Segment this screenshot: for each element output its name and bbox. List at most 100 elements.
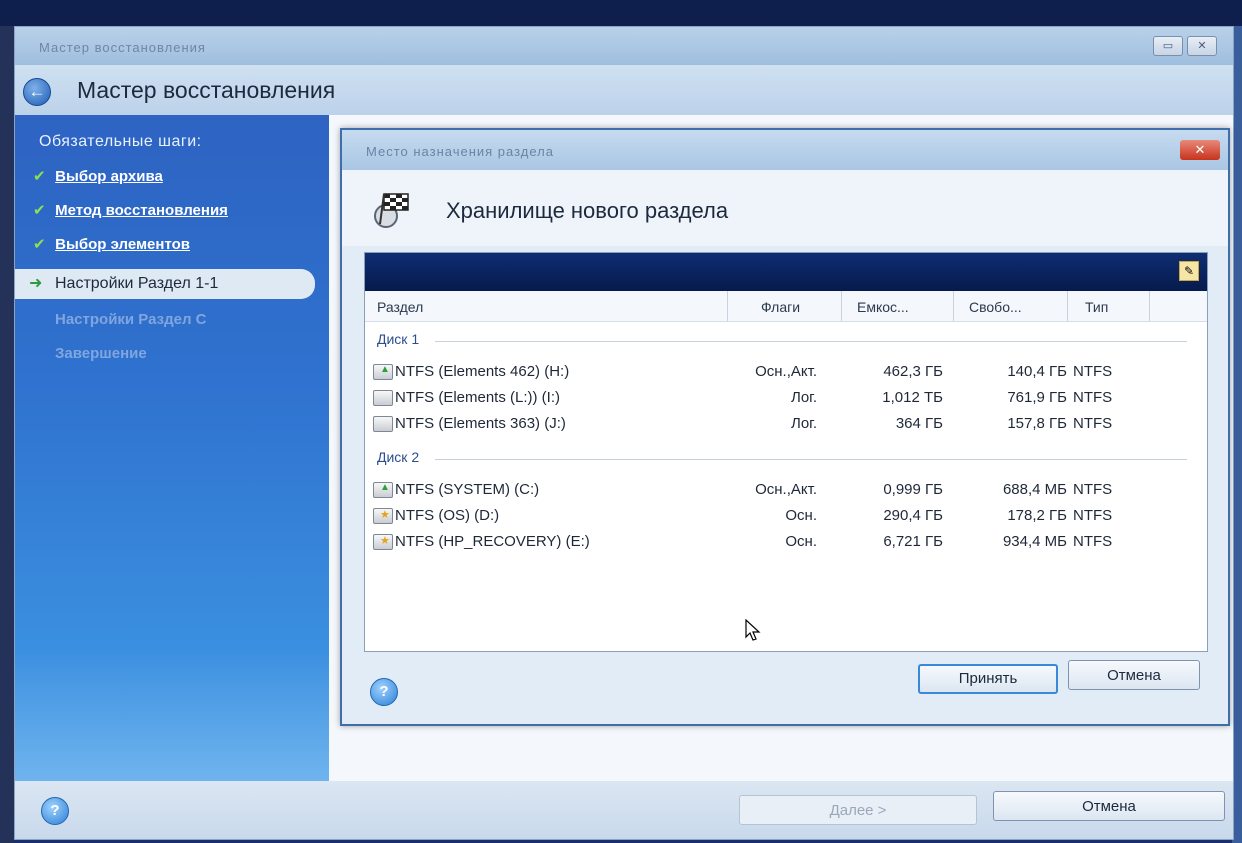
accept-button[interactable]: Принять xyxy=(918,664,1058,694)
partition-free: 934,4 МБ xyxy=(1002,533,1067,550)
minimize-icon[interactable]: ▭ xyxy=(1153,36,1183,56)
partition-list-header: Раздел Флаги Емкос... Свобо... Тип xyxy=(365,291,1207,322)
wizard-header: ← Мастер восстановления xyxy=(15,65,1233,115)
table-row[interactable]: NTFS (HP_RECOVERY) (E:) Осн. 6,721 ГБ 93… xyxy=(365,529,1207,555)
dialog-titlebar[interactable]: Место назначения раздела ✕ xyxy=(342,130,1228,170)
partition-name: NTFS (SYSTEM) (C:) xyxy=(395,481,540,498)
partition-capacity: 364 ГБ xyxy=(895,415,943,432)
checkmark-icon: ✔ xyxy=(33,236,46,253)
back-arrow-icon[interactable]: ← xyxy=(23,78,51,106)
partition-free: 178,2 ГБ xyxy=(1007,507,1067,524)
arrow-right-icon: ➜ xyxy=(29,275,43,292)
sidebar-step-label[interactable]: Выбор архива xyxy=(55,168,163,185)
checkmark-icon: ✔ xyxy=(33,202,46,219)
partition-list: ✎ Раздел Флаги Емкос... Свобо... Тип Дис… xyxy=(364,252,1208,652)
dialog-title: Место назначения раздела xyxy=(366,144,554,159)
disk-group-divider xyxy=(435,459,1187,460)
partition-name: NTFS (OS) (D:) xyxy=(395,507,500,524)
partition-type: NTFS xyxy=(1073,507,1113,524)
column-separator[interactable] xyxy=(1067,291,1068,321)
sidebar-step-items[interactable]: ✔ Выбор элементов xyxy=(33,235,190,253)
sidebar-step-current[interactable]: ➜ Настройки Раздел 1-1 xyxy=(15,269,315,299)
edit-icon[interactable]: ✎ xyxy=(1179,261,1199,281)
table-row[interactable]: NTFS (SYSTEM) (C:) Осн.,Акт. 0,999 ГБ 68… xyxy=(365,477,1207,503)
sidebar-step-partition-c: Настройки Раздел C xyxy=(55,311,207,328)
partition-icon xyxy=(373,508,393,524)
wizard-sidebar: Обязательные шаги: ✔ Выбор архива ✔ Мето… xyxy=(15,115,329,781)
partition-capacity: 6,721 ГБ xyxy=(883,533,943,550)
partition-capacity: 462,3 ГБ xyxy=(883,363,943,380)
wizard-header-title: Мастер восстановления xyxy=(77,77,336,103)
partition-icon xyxy=(373,534,393,550)
partition-flags: Осн.,Акт. xyxy=(755,363,817,380)
partition-destination-dialog: Место назначения раздела ✕ Хранилище нов… xyxy=(340,128,1230,726)
sidebar-step-label[interactable]: Выбор элементов xyxy=(55,236,190,253)
disk-group-header: Диск 1 xyxy=(377,331,420,347)
sidebar-step-label: Завершение xyxy=(55,345,147,362)
partition-type: NTFS xyxy=(1073,481,1113,498)
partition-type: NTFS xyxy=(1073,363,1113,380)
sidebar-step-label: Настройки Раздел C xyxy=(55,311,207,328)
partition-free: 140,4 ГБ xyxy=(1007,363,1067,380)
partition-type: NTFS xyxy=(1073,389,1113,406)
sidebar-step-label: Настройки Раздел 1-1 xyxy=(55,275,219,292)
partition-flags: Лог. xyxy=(791,389,817,406)
close-icon[interactable]: ✕ xyxy=(1187,36,1217,56)
column-header-capacity[interactable]: Емкос... xyxy=(857,299,909,315)
table-row[interactable]: NTFS (Elements 462) (H:) Осн.,Акт. 462,3… xyxy=(365,359,1207,385)
mouse-cursor-icon xyxy=(745,619,761,641)
partition-flags: Осн.,Акт. xyxy=(755,481,817,498)
window-title: Мастер восстановления xyxy=(39,40,206,55)
checkmark-icon: ✔ xyxy=(33,168,46,185)
partition-capacity: 290,4 ГБ xyxy=(883,507,943,524)
partition-name: NTFS (Elements 462) (H:) xyxy=(395,363,570,380)
column-separator[interactable] xyxy=(953,291,954,321)
next-button[interactable]: Далее > xyxy=(739,795,977,825)
partition-name: NTFS (HP_RECOVERY) (E:) xyxy=(395,533,590,550)
dialog-heading: Хранилище нового раздела xyxy=(446,198,729,223)
checkered-flag-icon xyxy=(374,193,409,228)
window-titlebar[interactable]: Мастер восстановления ▭ ✕ xyxy=(15,27,1233,65)
partition-capacity: 1,012 ТБ xyxy=(882,389,943,406)
column-separator[interactable] xyxy=(727,291,728,321)
table-row[interactable]: NTFS (Elements (L:)) (I:) Лог. 1,012 ТБ … xyxy=(365,385,1207,411)
partition-capacity: 0,999 ГБ xyxy=(883,481,943,498)
desktop-left-edge xyxy=(0,26,14,843)
dialog-close-icon[interactable]: ✕ xyxy=(1180,140,1220,160)
partition-flags: Лог. xyxy=(791,415,817,432)
sidebar-step-method[interactable]: ✔ Метод восстановления xyxy=(33,201,228,219)
partition-type: NTFS xyxy=(1073,415,1113,432)
partition-icon xyxy=(373,364,393,380)
disk-group-divider xyxy=(435,341,1187,342)
dialog-header: Хранилище нового раздела xyxy=(342,170,1228,246)
partition-free: 761,9 ГБ xyxy=(1007,389,1067,406)
sidebar-step-archive[interactable]: ✔ Выбор архива xyxy=(33,167,163,185)
column-header-type[interactable]: Тип xyxy=(1085,299,1108,315)
dialog-help-icon[interactable]: ? xyxy=(370,678,398,706)
dialog-cancel-button[interactable]: Отмена xyxy=(1068,660,1200,690)
sidebar-step-label[interactable]: Метод восстановления xyxy=(55,202,228,219)
sidebar-heading: Обязательные шаги: xyxy=(39,133,202,150)
help-icon[interactable]: ? xyxy=(41,797,69,825)
cancel-button[interactable]: Отмена xyxy=(993,791,1225,821)
partition-flags: Осн. xyxy=(785,533,817,550)
column-header-free[interactable]: Свобо... xyxy=(969,299,1022,315)
partition-free: 688,4 МБ xyxy=(1002,481,1067,498)
partition-flags: Осн. xyxy=(785,507,817,524)
wizard-bottom-bar: ? Далее > Отмена xyxy=(15,781,1233,839)
table-row[interactable]: NTFS (OS) (D:) Осн. 290,4 ГБ 178,2 ГБ NT… xyxy=(365,503,1207,529)
partition-list-toolbar: ✎ xyxy=(365,253,1207,291)
column-separator[interactable] xyxy=(841,291,842,321)
table-row[interactable]: NTFS (Elements 363) (J:) Лог. 364 ГБ 157… xyxy=(365,411,1207,437)
column-header-partition[interactable]: Раздел xyxy=(377,299,423,315)
partition-name: NTFS (Elements (L:)) (I:) xyxy=(395,389,561,406)
column-separator[interactable] xyxy=(1149,291,1150,321)
partition-type: NTFS xyxy=(1073,533,1113,550)
sidebar-step-finish: Завершение xyxy=(55,345,147,362)
column-header-flags[interactable]: Флаги xyxy=(761,299,800,315)
partition-free: 157,8 ГБ xyxy=(1007,415,1067,432)
partition-icon xyxy=(373,390,393,406)
partition-icon xyxy=(373,416,393,432)
partition-name: NTFS (Elements 363) (J:) xyxy=(395,415,566,432)
screen-top-edge xyxy=(0,0,1242,26)
